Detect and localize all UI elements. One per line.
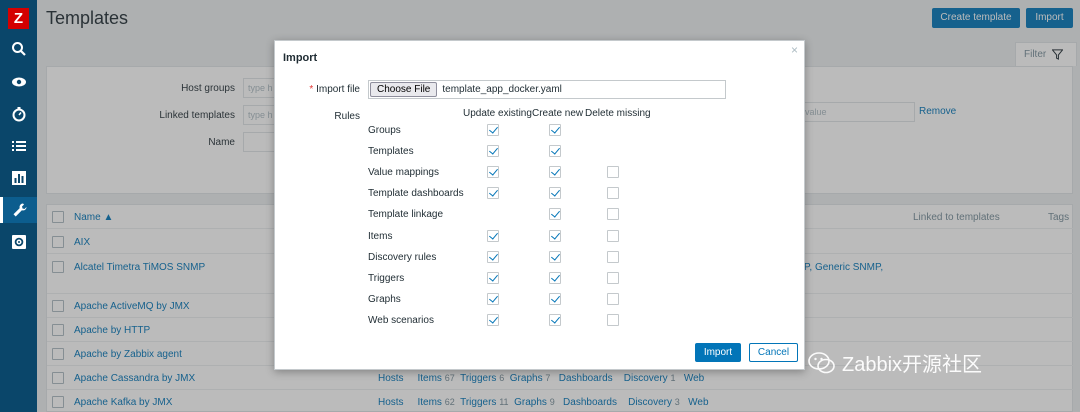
import-dialog: Import × * Import file Choose File templ… (274, 40, 805, 370)
rule-update-checkbox[interactable] (487, 229, 499, 242)
rule-create-checkbox[interactable] (549, 124, 561, 136)
wrench-icon[interactable] (0, 197, 37, 223)
dialog-title: Import (283, 52, 318, 64)
rule-label: Discovery rules (368, 251, 437, 263)
rule-label: Groups (368, 125, 401, 136)
rule-create-checkbox[interactable] (549, 271, 561, 284)
rule-update-checkbox[interactable] (487, 313, 499, 326)
rule-label: Items (368, 230, 393, 242)
watermark-text: Zabbix开源社区 (842, 354, 983, 376)
rule-label: Triggers (368, 272, 405, 284)
zabbix-logo[interactable]: Z (8, 8, 29, 29)
rule-update-checkbox[interactable] (487, 124, 499, 136)
rule-create-checkbox[interactable] (549, 292, 561, 305)
rule-create-checkbox[interactable] (549, 208, 561, 221)
close-icon[interactable]: × (791, 43, 798, 57)
sidebar: Z (0, 0, 37, 412)
update-existing-header: Update existing (463, 108, 532, 119)
rule-label: Graphs (368, 293, 401, 305)
file-input[interactable]: Choose File template_app_docker.yaml (368, 80, 726, 99)
rule-create-checkbox[interactable] (549, 187, 561, 200)
watermark: Zabbix开源社区 (808, 348, 982, 377)
create-new-header: Create new (532, 108, 584, 119)
stopwatch-icon[interactable] (0, 101, 37, 127)
rule-delete-checkbox[interactable] (607, 208, 619, 221)
rules-label: Rules (334, 111, 360, 122)
rule-label: Templates (368, 146, 414, 158)
rule-update-checkbox[interactable] (487, 292, 499, 305)
eye-icon[interactable] (0, 69, 37, 95)
search-icon[interactable] (0, 36, 37, 62)
rule-label: Value mappings (368, 167, 439, 179)
choose-file-button[interactable]: Choose File (370, 82, 438, 97)
rule-create-checkbox[interactable] (549, 166, 561, 179)
rule-label: Template dashboards (368, 188, 464, 200)
rule-delete-checkbox[interactable] (607, 271, 619, 284)
rule-create-checkbox[interactable] (549, 229, 561, 242)
rule-delete-checkbox[interactable] (607, 166, 619, 179)
rule-update-checkbox[interactable] (487, 166, 499, 179)
rule-update-checkbox[interactable] (487, 271, 499, 284)
dialog-cancel-button[interactable]: Cancel (749, 343, 798, 362)
gear-icon[interactable] (0, 229, 37, 255)
rule-delete-checkbox[interactable] (607, 187, 619, 200)
delete-missing-header: Delete missing (585, 108, 651, 119)
import-file-label: * Import file (295, 84, 360, 95)
rule-update-checkbox[interactable] (487, 145, 499, 158)
rule-create-checkbox[interactable] (549, 250, 561, 263)
rule-create-checkbox[interactable] (549, 313, 561, 326)
wechat-icon (808, 351, 835, 373)
chart-icon[interactable] (0, 165, 37, 191)
rule-label: Template linkage (368, 209, 444, 221)
import-file-label-text: Import file (316, 84, 360, 95)
rule-update-checkbox[interactable] (487, 250, 499, 263)
list-icon[interactable] (0, 133, 37, 159)
rule-update-checkbox[interactable] (487, 187, 499, 200)
selected-file-name: template_app_docker.yaml (442, 84, 562, 95)
rule-label: Web scenarios (368, 314, 434, 326)
dialog-import-button[interactable]: Import (695, 343, 741, 362)
rule-delete-checkbox[interactable] (607, 229, 619, 242)
rule-create-checkbox[interactable] (549, 145, 561, 158)
rule-delete-checkbox[interactable] (607, 250, 619, 263)
rule-delete-checkbox[interactable] (607, 292, 619, 305)
rule-delete-checkbox[interactable] (607, 313, 619, 326)
